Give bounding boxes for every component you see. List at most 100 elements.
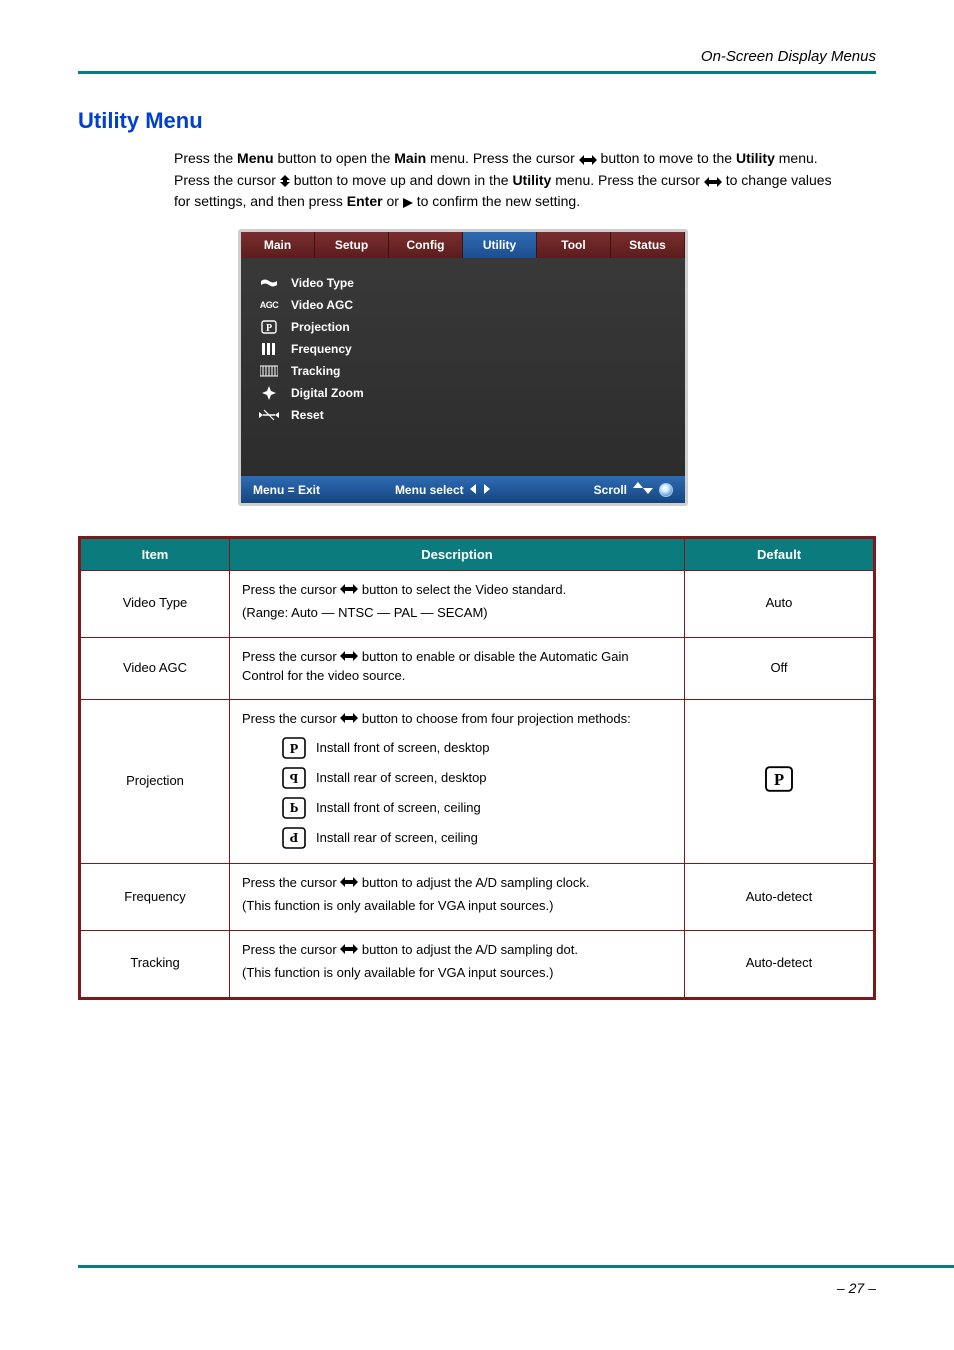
cell-description: Press the cursor button to adjust the A/… <box>230 864 685 931</box>
text: button to move up and down in the <box>294 172 513 188</box>
text: or <box>386 193 402 209</box>
osd-footer: Menu = Exit Menu select Scroll <box>241 476 685 503</box>
utility-settings-table: Item Description Default Video Type Pres… <box>78 536 876 1000</box>
text: button to adjust the A/D sampling dot. <box>362 942 578 957</box>
text: Press the cursor <box>242 875 340 890</box>
cell-description: Press the cursor button to choose from f… <box>230 700 685 864</box>
tracking-icon <box>259 363 279 379</box>
section-title: Utility Menu <box>78 108 876 134</box>
page-number: – 27 – <box>837 1280 876 1296</box>
text: (This function is only available for VGA… <box>242 897 672 916</box>
video-type-icon <box>259 275 279 291</box>
text: (Range: Auto — NTSC — PAL — SECAM) <box>242 604 672 623</box>
osd-foot-menuselect: Menu select <box>395 483 464 497</box>
osd-tab-status[interactable]: Status <box>611 232 685 258</box>
osd-tab-tool[interactable]: Tool <box>537 232 611 258</box>
osd-body: Video Type AGC Video AGC P Projection Fr… <box>241 258 685 476</box>
osd-item-label: Frequency <box>291 342 352 356</box>
osd-item-frequency[interactable]: Frequency <box>259 338 675 360</box>
up-down-arrow-icon <box>633 482 653 497</box>
cell-item: Frequency <box>80 864 230 931</box>
dash: – <box>837 1280 845 1296</box>
up-down-arrow-icon <box>280 172 294 188</box>
th-item: Item <box>80 538 230 571</box>
cell-description: Press the cursor button to adjust the A/… <box>230 930 685 998</box>
digital-zoom-icon <box>259 385 279 401</box>
table-row: Frequency Press the cursor button to adj… <box>80 864 875 931</box>
left-right-arrow-icon <box>704 172 726 188</box>
svg-text:P: P <box>266 323 272 334</box>
osd-item-label: Projection <box>291 320 350 334</box>
left-right-arrow-icon <box>340 649 362 664</box>
osd-foot-scroll: Scroll <box>594 483 627 497</box>
text: Press the cursor <box>242 649 340 664</box>
text: Install rear of screen, ceiling <box>316 829 478 848</box>
text: button to move to the <box>601 150 736 166</box>
osd-tab-setup[interactable]: Setup <box>315 232 389 258</box>
cell-default: P <box>685 700 875 864</box>
th-description: Description <box>230 538 685 571</box>
top-divider <box>78 71 876 74</box>
osd-item-projection[interactable]: P Projection <box>259 316 675 338</box>
svg-text:P: P <box>289 829 298 844</box>
page-num: 27 <box>849 1280 865 1296</box>
utility-bold: Utility <box>736 150 775 166</box>
osd-item-reset[interactable]: Reset <box>259 404 675 426</box>
menu-bold: Menu <box>237 150 274 166</box>
svg-text:P: P <box>289 772 298 787</box>
header-text: On-Screen Display Menus <box>701 48 876 65</box>
osd-item-label: Video AGC <box>291 298 353 312</box>
left-right-arrow-icon <box>340 711 362 726</box>
osd-item-label: Tracking <box>291 364 340 378</box>
text: button to open the <box>277 150 394 166</box>
osd-screenshot: Main Setup Config Utility Tool Status Vi… <box>238 229 876 506</box>
osd-tab-config[interactable]: Config <box>389 232 463 258</box>
left-right-arrow-icon <box>470 483 490 497</box>
osd-tab-bar: Main Setup Config Utility Tool Status <box>241 232 685 258</box>
osd-item-digital-zoom[interactable]: Digital Zoom <box>259 382 675 404</box>
cell-description: Press the cursor button to select the Vi… <box>230 571 685 638</box>
osd-item-video-agc[interactable]: AGC Video AGC <box>259 294 675 316</box>
bottom-divider <box>78 1265 954 1268</box>
osd-item-label: Reset <box>291 408 324 422</box>
table-row: Video AGC Press the cursor button to ena… <box>80 637 875 700</box>
left-right-arrow-icon <box>340 582 362 597</box>
running-header: On-Screen Display Menus <box>78 48 876 65</box>
text: (This function is only available for VGA… <box>242 964 672 983</box>
cell-item: Projection <box>80 700 230 864</box>
cell-default: Auto-detect <box>685 930 875 998</box>
table-row: Video Type Press the cursor button to se… <box>80 571 875 638</box>
text: menu. Press the cursor <box>430 150 579 166</box>
osd-tab-main[interactable]: Main <box>241 232 315 258</box>
projection-front-desktop-icon: P <box>282 737 306 759</box>
text: Install rear of screen, desktop <box>316 769 487 788</box>
text: Install front of screen, desktop <box>316 739 489 758</box>
cell-default: Auto <box>685 571 875 638</box>
right-arrow-icon <box>403 193 417 209</box>
frequency-icon <box>259 341 279 357</box>
main-bold: Main <box>394 150 426 166</box>
reset-icon <box>259 407 279 423</box>
th-default: Default <box>685 538 875 571</box>
osd-foot-exit: Menu = Exit <box>253 483 395 497</box>
osd-item-label: Digital Zoom <box>291 386 364 400</box>
table-row: Projection Press the cursor button to ch… <box>80 700 875 864</box>
instruction-paragraph: Press the Menu button to open the Main m… <box>174 148 838 213</box>
text: button to adjust the A/D sampling clock. <box>362 875 590 890</box>
text: Press the cursor <box>242 582 340 597</box>
dash: – <box>868 1280 876 1296</box>
utility-bold: Utility <box>512 172 551 188</box>
cell-item: Tracking <box>80 930 230 998</box>
projection-icon: P <box>259 319 279 335</box>
enter-bold: Enter <box>347 193 383 209</box>
left-right-arrow-icon <box>340 942 362 957</box>
svg-text:P: P <box>290 742 299 757</box>
cell-item: Video AGC <box>80 637 230 700</box>
svg-text:P: P <box>290 799 299 814</box>
cell-description: Press the cursor button to enable or dis… <box>230 637 685 700</box>
osd-item-video-type[interactable]: Video Type <box>259 272 675 294</box>
projection-front-desktop-icon: P <box>764 766 794 792</box>
osd-item-tracking[interactable]: Tracking <box>259 360 675 382</box>
osd-tab-utility[interactable]: Utility <box>463 232 537 258</box>
left-right-arrow-icon <box>340 875 362 890</box>
